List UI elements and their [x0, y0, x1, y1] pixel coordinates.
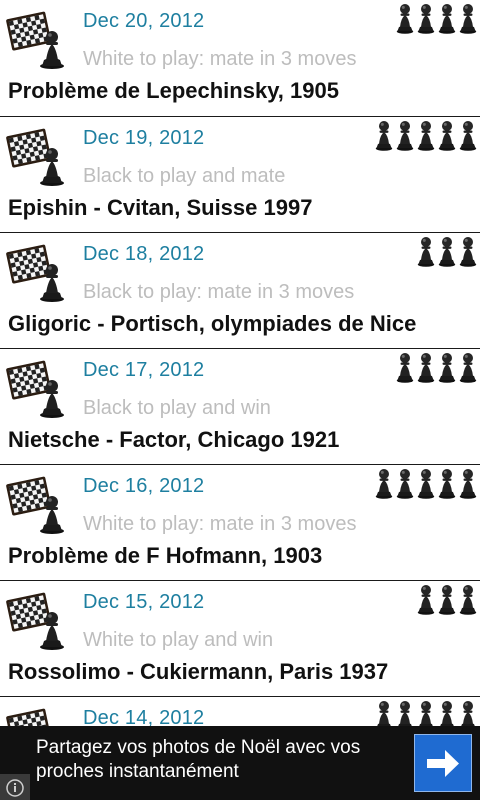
pawn-icon [417, 0, 435, 36]
puzzle-date: Dec 20, 2012 [83, 10, 205, 32]
chess-board-pawn-icon [6, 355, 70, 419]
pawn-icon [438, 581, 456, 617]
puzzle-description: Black to play and mate [83, 165, 286, 187]
pawn-icon [375, 697, 393, 726]
puzzle-date: Dec 19, 2012 [83, 127, 205, 149]
pawn-icon [396, 349, 414, 385]
chess-board-pawn-icon [6, 587, 70, 651]
chess-board-pawn-icon [6, 703, 70, 726]
difficulty-rating [375, 117, 477, 153]
puzzle-row[interactable]: Dec 18, 2012 Black to play: mate in 3 mov… [0, 233, 480, 349]
puzzle-row[interactable]: Dec 15, 2012 White to play and win Rossoli… [0, 581, 480, 697]
pawn-icon [417, 349, 435, 385]
ad-text[interactable]: Partagez vos photos de Noël avec vos pro… [36, 736, 396, 784]
puzzle-title: Rossolimo - Cukiermann, Paris 1937 [8, 659, 389, 684]
puzzle-row[interactable]: Dec 16, 2012 White to play: mate in 3 mov… [0, 465, 480, 581]
difficulty-rating [396, 349, 477, 385]
puzzle-title: Epishin - Cvitan, Suisse 1997 [8, 195, 313, 220]
puzzle-title: Gligoric - Portisch, olympiades de Nice [8, 311, 417, 336]
pawn-icon [417, 697, 435, 726]
puzzle-row[interactable]: Dec 19, 2012 Black to play and mate Epishi… [0, 117, 480, 233]
puzzle-date: Dec 14, 2012 [83, 707, 205, 726]
pawn-icon [396, 0, 414, 36]
puzzle-row[interactable]: Dec 14, 2012 [0, 697, 480, 726]
puzzle-date: Dec 16, 2012 [83, 475, 205, 497]
pawn-icon [459, 117, 477, 153]
puzzle-date: Dec 18, 2012 [83, 243, 205, 265]
chess-board-pawn-icon [6, 6, 70, 70]
pawn-icon [396, 465, 414, 501]
pawn-icon [438, 697, 456, 726]
chess-board-pawn-icon [6, 239, 70, 303]
difficulty-rating [417, 581, 477, 617]
ad-banner[interactable]: Partagez vos photos de Noël avec vos pro… [0, 726, 480, 800]
difficulty-rating [396, 0, 477, 36]
pawn-icon [417, 233, 435, 269]
info-icon [6, 779, 24, 797]
pawn-icon [417, 117, 435, 153]
pawn-icon [438, 117, 456, 153]
pawn-icon [459, 697, 477, 726]
pawn-icon [417, 581, 435, 617]
pawn-icon [459, 0, 477, 36]
pawn-icon [459, 349, 477, 385]
pawn-icon [438, 0, 456, 36]
chess-board-pawn-icon [6, 471, 70, 535]
puzzle-list[interactable]: Dec 20, 2012 White to play: mate in 3 mov… [0, 0, 480, 726]
puzzle-title: Nietsche - Factor, Chicago 1921 [8, 427, 340, 452]
puzzle-date: Dec 17, 2012 [83, 359, 205, 381]
arrow-right-icon [427, 750, 459, 777]
puzzle-description: White to play: mate in 3 moves [83, 513, 357, 535]
ad-info-button[interactable] [0, 774, 30, 800]
puzzle-title: Problème de Lepechinsky, 1905 [8, 78, 339, 103]
pawn-icon [375, 117, 393, 153]
puzzle-date: Dec 15, 2012 [83, 591, 205, 613]
pawn-icon [375, 465, 393, 501]
pawn-icon [438, 233, 456, 269]
difficulty-rating [417, 233, 477, 269]
ad-go-button[interactable] [414, 734, 472, 792]
puzzle-description: White to play and win [83, 629, 274, 651]
pawn-icon [396, 117, 414, 153]
pawn-icon [459, 581, 477, 617]
puzzle-row[interactable]: Dec 17, 2012 Black to play and win Nietsch… [0, 349, 480, 465]
pawn-icon [417, 465, 435, 501]
pawn-icon [459, 465, 477, 501]
difficulty-rating [375, 465, 477, 501]
pawn-icon [438, 465, 456, 501]
puzzle-description: White to play: mate in 3 moves [83, 48, 357, 70]
puzzle-description: Black to play and win [83, 397, 271, 419]
puzzle-row[interactable]: Dec 20, 2012 White to play: mate in 3 mov… [0, 0, 480, 117]
pawn-icon [438, 349, 456, 385]
puzzle-title: Problème de F Hofmann, 1903 [8, 543, 323, 568]
pawn-icon [396, 697, 414, 726]
pawn-icon [459, 233, 477, 269]
puzzle-description: Black to play: mate in 3 moves [83, 281, 355, 303]
chess-board-pawn-icon [6, 123, 70, 187]
difficulty-rating [375, 697, 477, 726]
